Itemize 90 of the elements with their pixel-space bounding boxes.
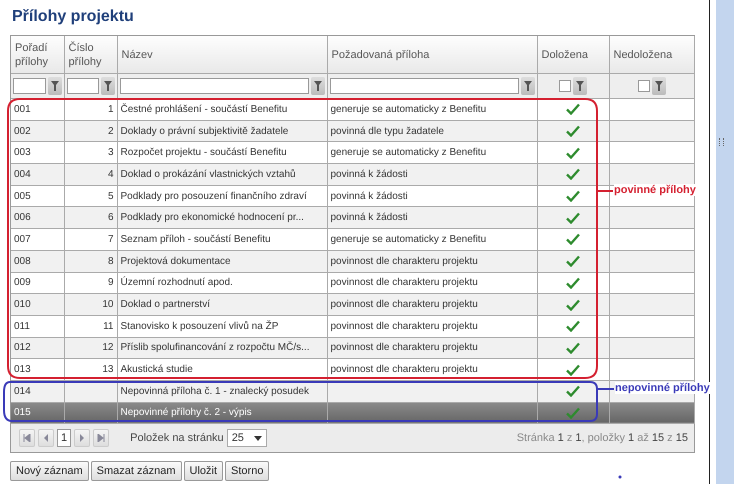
table-cell[interactable]: 003 — [14, 147, 31, 158]
pager-summary: Stránka 1 z 1, položky 1 až 15 z 15 — [516, 432, 688, 444]
previous-page-icon — [42, 434, 50, 442]
table-cell: 7 — [108, 234, 114, 245]
page-title: Přílohy projektu — [12, 7, 134, 27]
table-cell: Územní rozhodnutí apod. — [120, 277, 233, 288]
filter-icon[interactable] — [310, 77, 324, 95]
caret-icon — [254, 436, 262, 441]
filter-checkbox[interactable] — [638, 80, 650, 92]
table-cell: povinná dle typu žadatele — [330, 126, 444, 137]
table-cell: 2 — [108, 126, 114, 137]
table-cell: generuje se automaticky z Benefitu — [330, 104, 486, 115]
filter-icon[interactable] — [652, 77, 666, 95]
table-cell: 4 — [108, 168, 114, 180]
page-size-label: Položek na stránku — [130, 432, 224, 444]
table-cell: Rozpočet projektu - součástí Benefitu — [120, 147, 287, 158]
table-cell: povinná k žádosti — [330, 168, 408, 180]
table-cell: 10 — [102, 299, 114, 310]
filter-field[interactable] — [330, 78, 518, 94]
table-cell[interactable]: 007 — [14, 234, 31, 245]
table-cell: 3 — [108, 147, 114, 158]
table-cell[interactable]: 002 — [14, 126, 31, 137]
filter-icon[interactable] — [573, 77, 587, 95]
table-cell: generuje se automaticky z Benefitu — [330, 147, 486, 158]
table-cell: Akustická studie — [120, 364, 193, 376]
table-cell: 9 — [108, 277, 114, 288]
filter-checkbox[interactable] — [559, 80, 571, 92]
filter-field[interactable] — [13, 78, 46, 94]
last-page-button[interactable] — [93, 429, 110, 448]
table-cell: Doklad o prokázání vlastnických vztahů — [120, 168, 296, 180]
previous-page-button[interactable] — [38, 429, 54, 448]
table-cell[interactable]: 001 — [14, 104, 31, 115]
annotation-label: nepovinné přílohy — [615, 382, 710, 394]
table-cell: povinnost dle charakteru projektu — [330, 342, 478, 354]
table-cell[interactable]: 013 — [14, 364, 31, 376]
table-cell[interactable]: 010 — [14, 299, 31, 310]
table-cell: Doklad o partnerství — [120, 299, 210, 310]
table-cell: Podklady pro ekonomické hodnocení pr... — [120, 212, 304, 224]
table-cell: Seznam příloh - součástí Benefitu — [120, 234, 271, 245]
table-cell[interactable]: 012 — [14, 342, 31, 354]
table-cell: povinnost dle charakteru projektu — [330, 320, 478, 332]
table-cell: Nepovinná příloha č. 1 - znalecký posudek — [120, 386, 309, 397]
grip-icon[interactable] — [719, 138, 724, 146]
page-number[interactable]: 1 — [57, 429, 72, 448]
table-cell[interactable]: 006 — [14, 212, 31, 224]
table-cell: Příslib spolufinancování z rozpočtu MČ/s... — [120, 342, 310, 354]
table-cell[interactable]: 014 — [14, 386, 31, 397]
table-cell[interactable]: 015 — [14, 407, 31, 418]
filter-icon[interactable] — [48, 77, 62, 95]
filter-icon[interactable] — [520, 77, 534, 95]
table-cell[interactable]: 005 — [14, 190, 31, 202]
action-button[interactable]: Smazat záznam — [90, 461, 182, 482]
next-page-button[interactable] — [74, 429, 90, 448]
table-cell: povinnost dle charakteru projektu — [330, 299, 478, 310]
action-button[interactable]: Uložit — [184, 461, 224, 482]
table-cell: generuje se automaticky z Benefitu — [330, 234, 486, 245]
last-page-icon — [97, 434, 106, 442]
action-button[interactable]: Nový záznam — [10, 461, 89, 482]
table-cell[interactable]: 008 — [14, 256, 31, 267]
table-cell: Podklady pro posouzení finančního zdraví — [120, 190, 307, 202]
table-cell[interactable]: 011 — [14, 320, 30, 332]
table-cell: povinnost dle charakteru projektu — [330, 256, 478, 267]
table-cell: Doklady o právní subjektivitě žadatele — [120, 126, 288, 137]
table-cell[interactable]: 009 — [14, 277, 31, 288]
dot-mark — [618, 476, 622, 478]
table-cell: povinná k žádosti — [330, 212, 408, 224]
table-cell: Stanovisko k posouzení vlivů na ŽP — [120, 320, 278, 332]
table-cell: 6 — [108, 212, 114, 224]
table-cell: povinná k žádosti — [330, 190, 408, 202]
next-page-icon — [78, 434, 86, 442]
first-page-button[interactable] — [19, 429, 35, 448]
table-cell: 8 — [108, 256, 114, 267]
filter-field[interactable] — [66, 78, 98, 94]
table-cell: 11 — [103, 320, 114, 332]
table-cell: 13 — [102, 364, 114, 376]
table-cell: Čestné prohlášení - součástí Benefitu — [120, 104, 288, 115]
table-cell: 5 — [108, 190, 114, 202]
table-cell[interactable]: 004 — [14, 168, 31, 180]
table-cell: povinnost dle charakteru projektu — [330, 277, 478, 288]
table-cell: Nepovinné přílohy č. 2 - výpis — [120, 407, 252, 418]
filter-icon[interactable] — [100, 77, 114, 95]
action-button[interactable]: Storno — [225, 461, 270, 482]
first-page-icon — [23, 434, 31, 442]
table-cell: 12 — [102, 342, 114, 354]
table-cell: povinnost dle charakteru projektu — [330, 364, 478, 376]
annotation-label: povinné přílohy — [614, 184, 696, 196]
filter-field[interactable] — [120, 78, 308, 94]
table-cell: Projektová dokumentace — [120, 256, 231, 267]
page-size-dropdown[interactable]: 25 — [226, 429, 267, 448]
table-cell: 1 — [108, 104, 114, 115]
